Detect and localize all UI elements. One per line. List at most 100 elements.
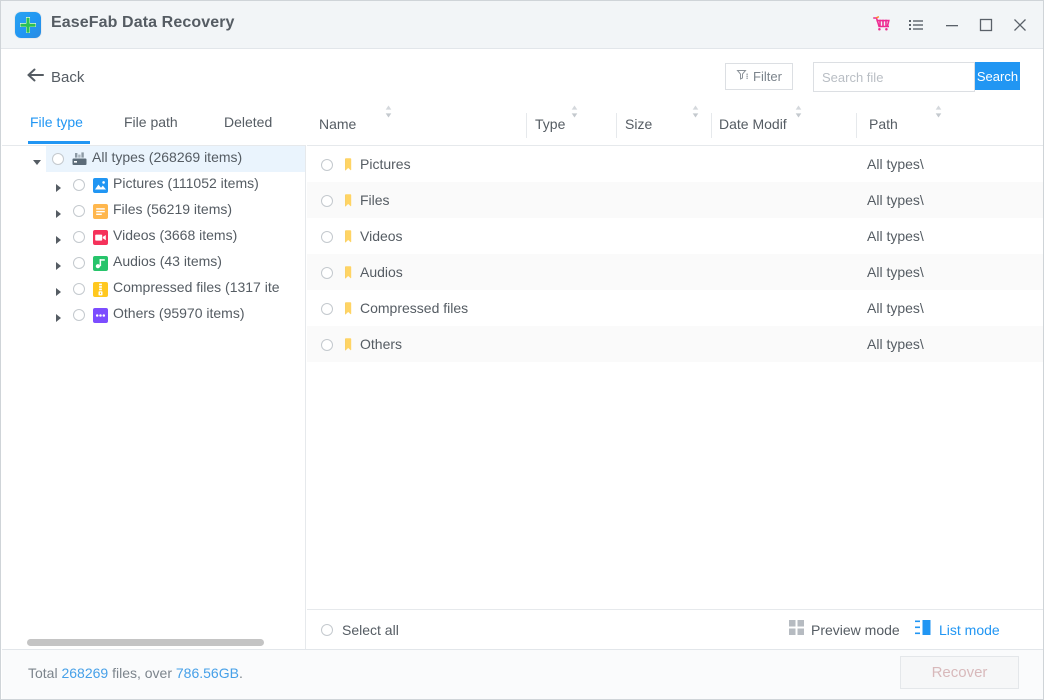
select-all-radio[interactable] — [321, 624, 333, 636]
list-mode-button[interactable]: List mode — [915, 620, 1000, 640]
folder-icon — [340, 192, 356, 208]
chevron-right-icon[interactable] — [53, 180, 63, 192]
close-icon[interactable] — [1005, 11, 1035, 39]
tree-item-label: Audios (43 items) — [113, 253, 222, 269]
column-header-label: Date Modif — [719, 116, 787, 132]
audio-icon — [93, 256, 108, 271]
column-header-label: Type — [535, 116, 566, 132]
tab-file-type[interactable]: File type — [30, 114, 83, 130]
row-name: Videos — [360, 228, 403, 244]
table-row[interactable]: Compressed files All types\ — [307, 290, 1043, 326]
tree-item-radio[interactable] — [52, 153, 64, 165]
select-all-control[interactable]: Select all — [321, 621, 399, 639]
chevron-right-icon[interactable] — [53, 258, 63, 270]
total-count: 268269 — [61, 665, 109, 681]
list-view-icon — [915, 620, 932, 640]
sidebar-tabs: File type File path Deleted — [2, 105, 306, 146]
column-sort-icon[interactable] — [571, 105, 578, 145]
column-sort-icon[interactable] — [795, 105, 802, 145]
tree-item-radio[interactable] — [73, 309, 85, 321]
tree-item-label: Pictures (111052 items) — [113, 175, 259, 191]
tree-item-radio[interactable] — [73, 179, 85, 191]
back-button[interactable]: Back — [26, 65, 84, 89]
row-name: Audios — [360, 264, 403, 280]
total-size: 786.56GB — [175, 665, 239, 681]
row-name: Pictures — [360, 156, 411, 172]
tree-item-radio[interactable] — [73, 283, 85, 295]
easefab-plus-logo-icon — [15, 12, 41, 38]
back-label: Back — [51, 68, 85, 86]
chevron-down-icon[interactable] — [32, 154, 42, 165]
tree-item-radio[interactable] — [73, 205, 85, 217]
column-header-label: Name — [319, 116, 357, 132]
chevron-right-icon[interactable] — [53, 206, 63, 218]
file-type-tree: All types (268269 items) Pictures (111052… — [2, 146, 306, 649]
column-header-label: Path — [869, 116, 898, 132]
folder-icon — [340, 228, 356, 244]
funnel-icon — [736, 68, 749, 86]
tree-item-radio[interactable] — [73, 257, 85, 269]
search-box — [813, 62, 975, 92]
tree-item[interactable]: Pictures (111052 items) — [2, 172, 305, 198]
table-footer-bar: Select all Preview mode List mode — [307, 609, 1043, 649]
tab-deleted[interactable]: Deleted — [224, 114, 272, 130]
table-row[interactable]: Files All types\ — [307, 182, 1043, 218]
column-sort-icon[interactable] — [935, 105, 942, 145]
chevron-right-icon[interactable] — [53, 310, 63, 322]
column-divider — [856, 113, 857, 138]
row-select-radio[interactable] — [321, 303, 333, 315]
row-name: Others — [360, 336, 403, 352]
list-menu-icon[interactable] — [901, 11, 931, 39]
grid-squares-icon — [789, 620, 804, 640]
tree-item[interactable]: All types (268269 items) — [2, 146, 305, 172]
column-divider — [526, 113, 527, 138]
table-row[interactable]: Pictures All types\ — [307, 146, 1043, 182]
total-middle: files, over — [108, 665, 176, 681]
table-row[interactable]: Videos All types\ — [307, 218, 1043, 254]
arrow-left-icon — [26, 67, 45, 88]
tree-item-label: Files (56219 items) — [113, 201, 233, 217]
minimize-icon[interactable] — [937, 11, 967, 39]
file-table-header: Name Type Size Date Modif Path — [307, 105, 1043, 146]
column-header-label: Size — [625, 116, 653, 132]
total-prefix: Total — [28, 665, 62, 681]
sidebar-horizontal-scrollbar[interactable] — [27, 639, 264, 646]
row-select-radio[interactable] — [321, 231, 333, 243]
document-icon — [93, 204, 108, 219]
shopping-cart-icon[interactable] — [867, 11, 897, 39]
search-input[interactable] — [814, 63, 974, 91]
row-select-radio[interactable] — [321, 339, 333, 351]
tab-file-path[interactable]: File path — [124, 114, 178, 130]
maximize-icon[interactable] — [971, 11, 1001, 39]
tree-item-radio[interactable] — [73, 231, 85, 243]
row-name: Compressed files — [360, 300, 469, 316]
row-select-radio[interactable] — [321, 195, 333, 207]
column-sort-icon[interactable] — [692, 105, 699, 145]
chevron-right-icon[interactable] — [53, 284, 63, 296]
drive-icon — [72, 152, 87, 167]
row-select-radio[interactable] — [321, 159, 333, 171]
chevron-right-icon[interactable] — [53, 232, 63, 244]
tree-item[interactable]: Videos (3668 items) — [2, 224, 305, 250]
status-bar: Total 268269 files, over 786.56GB. — [2, 649, 1043, 699]
tree-item[interactable]: Audios (43 items) — [2, 250, 305, 276]
table-row[interactable]: Others All types\ — [307, 326, 1043, 362]
tree-item[interactable]: Files (56219 items) — [2, 198, 305, 224]
file-table-body: Pictures All types\ Files All types\ Videos A… — [307, 146, 1043, 609]
tree-item-label: Videos (3668 items) — [113, 227, 238, 243]
search-button[interactable]: Search — [975, 62, 1020, 90]
total-suffix: . — [238, 665, 243, 681]
others-icon — [93, 308, 108, 323]
tree-item[interactable]: Others (95970 items) — [2, 302, 305, 328]
recover-button[interactable]: Recover — [900, 656, 1019, 689]
tree-item[interactable]: Compressed files (1317 ite — [2, 276, 305, 302]
table-row[interactable]: Audios All types\ — [307, 254, 1043, 290]
total-files-status: Total 268269 files, over 786.56GB. — [28, 665, 243, 681]
filter-button[interactable]: Filter — [725, 63, 793, 90]
column-divider — [711, 113, 712, 138]
row-select-radio[interactable] — [321, 267, 333, 279]
column-sort-icon[interactable] — [385, 105, 392, 145]
row-path: All types\ — [867, 156, 924, 172]
preview-mode-button[interactable]: Preview mode — [789, 620, 900, 640]
list-mode-label: List mode — [939, 622, 1000, 638]
